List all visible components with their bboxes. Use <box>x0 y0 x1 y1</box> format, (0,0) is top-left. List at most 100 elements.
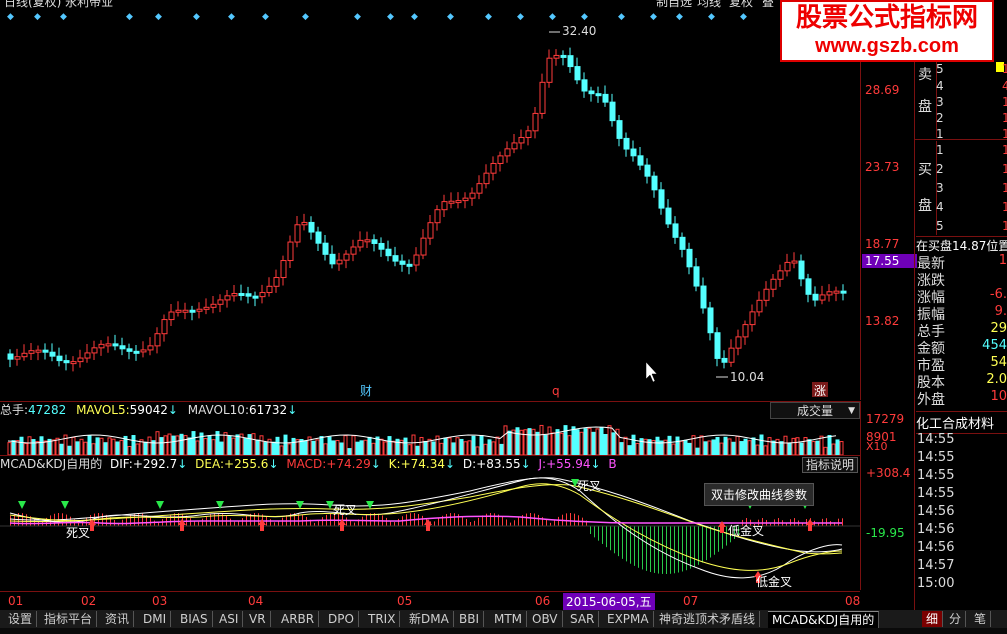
tab-news[interactable]: 资讯 <box>101 611 135 627</box>
tab-tick[interactable]: 笔 <box>970 611 992 627</box>
tab-mtm[interactable]: MTM <box>490 611 528 627</box>
watermark-url: www.gszb.com <box>815 35 959 57</box>
macd-bar <box>502 516 503 526</box>
volume-bar <box>103 442 108 455</box>
tab-asi[interactable]: ASI <box>215 611 244 627</box>
volume-bar <box>531 428 536 455</box>
tab-trix[interactable]: TRIX <box>364 611 401 627</box>
tab-bbi[interactable]: BBI <box>455 611 485 627</box>
macd-bar <box>386 517 387 526</box>
tab-mcad-kdj[interactable]: MCAD&KDJ自用的 <box>768 611 880 628</box>
menu-overlay[interactable]: 叠 <box>762 0 774 10</box>
tab-bias[interactable]: BIAS <box>176 611 213 627</box>
volume-bar <box>723 436 728 455</box>
volume-bar <box>255 439 260 455</box>
volume-bar <box>11 440 16 455</box>
macd-bar <box>606 526 607 548</box>
volume-bar <box>271 441 276 455</box>
candle <box>630 148 637 157</box>
down-arrow-icon: ↓ <box>287 403 298 417</box>
tab-settings[interactable]: 设置 <box>4 611 38 627</box>
macd-bar <box>282 517 283 526</box>
buy-level: 1 <box>936 143 944 157</box>
macd-bar <box>614 526 615 554</box>
candle <box>511 142 518 150</box>
sell-volume: 1 <box>1002 62 1007 76</box>
candle <box>483 172 490 185</box>
tab-new-dma[interactable]: 新DMA <box>405 611 454 627</box>
menu-ma[interactable]: 均线 <box>697 0 721 10</box>
volume-chart[interactable] <box>0 417 860 455</box>
tab-obv[interactable]: OBV <box>528 611 563 627</box>
candle <box>350 246 357 255</box>
mavol10-label: MAVOL10: <box>187 403 249 417</box>
volume-bar <box>783 435 788 455</box>
candle <box>693 266 700 287</box>
volume-bar <box>495 436 500 455</box>
tab-dmi[interactable]: DMI <box>139 611 172 627</box>
volume-bar <box>395 438 400 455</box>
macd-bar <box>654 526 655 573</box>
volume-bar <box>383 441 388 455</box>
volume-bar <box>111 438 116 455</box>
candle <box>399 260 406 265</box>
tab-expma[interactable]: EXPMA <box>603 611 654 627</box>
volume-bar <box>43 440 48 455</box>
macd-bar <box>130 514 131 526</box>
candle <box>833 290 840 294</box>
volume-bar <box>187 437 192 455</box>
buy-volume: 1 <box>1002 219 1007 233</box>
candle <box>728 347 735 363</box>
candle <box>35 349 42 353</box>
candle <box>560 54 567 58</box>
candle <box>133 350 140 354</box>
candle <box>749 311 756 326</box>
tab-vr[interactable]: VR <box>245 611 271 627</box>
tab-indicator-platform[interactable]: 指标平台 <box>40 611 98 627</box>
mouse-cursor-icon <box>645 361 658 383</box>
candle <box>805 278 812 295</box>
macd-bar <box>710 526 711 558</box>
menu-watchlist[interactable]: 制自选 <box>656 0 692 10</box>
volume-bar <box>779 441 784 455</box>
candle <box>287 241 294 262</box>
buy-level: 5 <box>936 219 944 233</box>
tab-minute[interactable]: 分 <box>945 611 967 627</box>
macd-bar <box>842 518 843 526</box>
watermark-title: 股票公式指标网 <box>795 3 978 33</box>
volume-bar <box>51 439 56 455</box>
tab-sar[interactable]: SAR <box>566 611 600 627</box>
volume-bar <box>515 427 520 455</box>
volume-bar <box>703 441 708 455</box>
volume-bar <box>403 437 408 455</box>
tab-dpo[interactable]: DPO <box>324 611 359 627</box>
volume-bar <box>807 439 812 455</box>
b-label: B <box>608 457 617 471</box>
volume-bar <box>315 439 320 455</box>
macd-value: +74.29 <box>326 457 371 471</box>
candle <box>147 345 154 351</box>
candle <box>175 309 182 313</box>
macd-bar <box>242 518 243 526</box>
menu-adjust[interactable]: 复权 <box>729 0 753 10</box>
d-value: +83.55 <box>476 457 521 471</box>
candle <box>49 351 56 357</box>
sell-label: 盘 <box>918 99 932 115</box>
volume-bar <box>163 435 168 455</box>
tab-arbr[interactable]: ARBR <box>277 611 320 627</box>
volume-bar <box>443 437 448 455</box>
price-chart[interactable]: 32.40 10.04 财 q 涨 <box>0 10 860 400</box>
volume-bar <box>355 441 360 455</box>
macd-bar <box>622 526 623 559</box>
macd-bar <box>438 518 439 526</box>
candle <box>161 319 168 335</box>
macd-bar <box>698 526 699 565</box>
candle <box>252 295 259 299</box>
macd-bar <box>350 520 351 526</box>
tab-top-escape[interactable]: 神奇逃顶术矛盾线 <box>655 611 761 627</box>
volume-bar <box>579 431 584 455</box>
macd-bar <box>346 517 347 526</box>
industry-label: 化工合成材料 <box>916 411 1007 434</box>
volume-bar <box>411 434 416 455</box>
tab-detail[interactable]: 细 <box>922 611 944 627</box>
